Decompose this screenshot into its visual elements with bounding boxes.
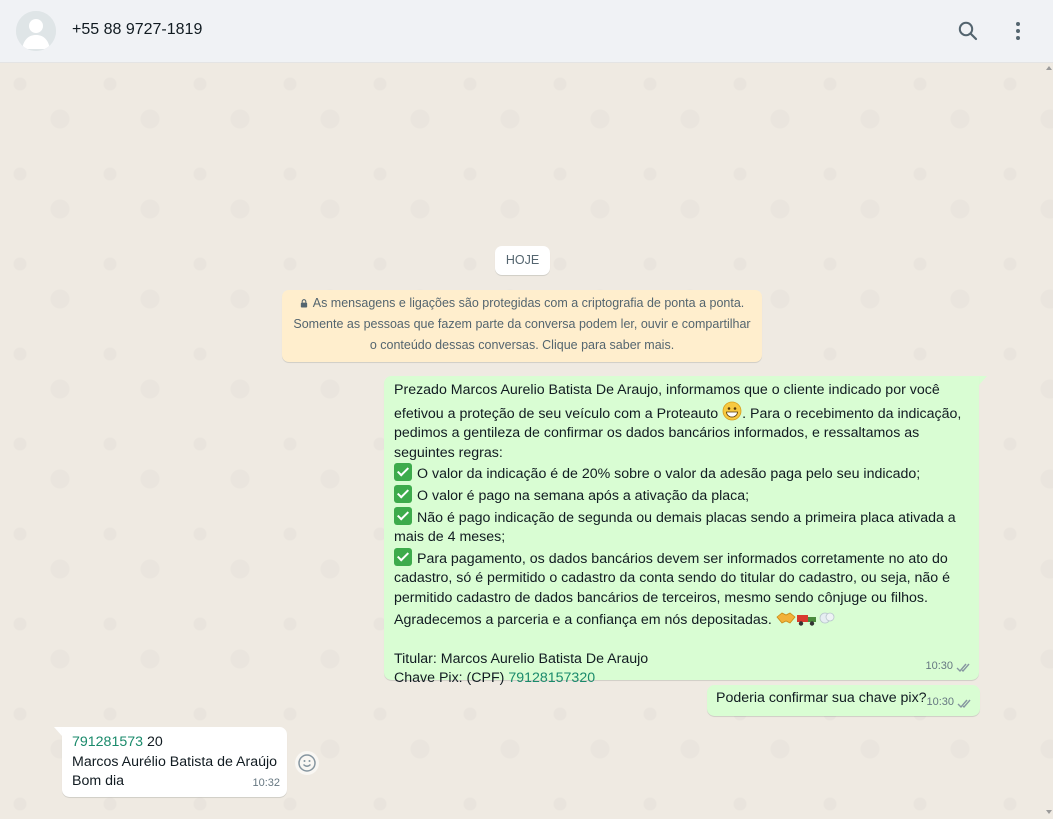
smiley-icon xyxy=(298,754,316,772)
rule-line: Não é pago indicação de segunda ou demai… xyxy=(394,506,969,529)
message-time: 10:30 xyxy=(925,660,953,673)
encryption-notice-line-2: Somente as pessoas que fazem parte da co… xyxy=(293,317,751,331)
encryption-notice-line-3: o conteúdo dessas conversas. Clique para… xyxy=(369,338,675,352)
encryption-notice-line-1: As mensagens e ligações são protegidas c… xyxy=(282,293,762,314)
message-line: seguintes regras: xyxy=(394,444,503,461)
outgoing-message[interactable]: Poderia confirmar sua chave pix? 10:30 xyxy=(707,685,980,716)
search-icon[interactable] xyxy=(956,19,980,43)
rule-line: Para pagamento, os dados bancários devem… xyxy=(394,547,969,570)
message-line: efetivou a proteção de seu veículo com a… xyxy=(394,401,969,425)
contact-name[interactable]: +55 88 9727-1819 xyxy=(72,21,202,39)
incoming-message[interactable]: 791281573 20 Marcos Aurélio Batista de A… xyxy=(62,727,287,797)
message-line: 791281573 20 xyxy=(72,734,163,750)
tow-truck-icon xyxy=(796,614,816,626)
dashing-away-icon xyxy=(819,612,835,623)
message-line: Prezado Marcos Aurelio Batista De Araujo… xyxy=(394,382,940,398)
check-mark-icon xyxy=(394,547,412,566)
message-line: Titular: Marcos Aurelio Batista De Arauj… xyxy=(394,650,649,667)
bubble-tail xyxy=(979,376,987,385)
message-line: mais de 4 meses; xyxy=(394,529,506,546)
contact-avatar[interactable] xyxy=(16,11,56,51)
pix-key-link[interactable]: 79128157320 xyxy=(508,670,595,686)
message-meta: 10:30 xyxy=(926,693,973,713)
check-mark-icon xyxy=(394,463,412,482)
message-line: Bom dia xyxy=(72,773,125,790)
message-time: 10:32 xyxy=(252,777,280,790)
menu-dots-icon[interactable] xyxy=(1006,19,1030,43)
message-line: Marcos Aurélio Batista de Araújo xyxy=(72,753,278,770)
grinning-face-icon xyxy=(722,401,742,420)
outgoing-message[interactable]: Prezado Marcos Aurelio Batista De Araujo… xyxy=(384,376,979,686)
message-meta: 10:32 xyxy=(252,774,280,794)
date-divider: HOJE xyxy=(495,246,550,275)
message-text: Poderia confirmar sua chave pix? xyxy=(716,690,927,706)
message-meta: 10:30 xyxy=(925,657,972,677)
rule-line: O valor da indicação é de 20% sobre o va… xyxy=(394,463,969,485)
double-check-icon xyxy=(956,663,970,672)
scroll-down-arrow-icon[interactable] xyxy=(1046,810,1052,814)
scroll-up-arrow-icon[interactable] xyxy=(1046,66,1052,70)
chat-header: +55 88 9727-1819 xyxy=(0,0,1053,63)
check-mark-icon xyxy=(394,484,412,503)
bubble-tail xyxy=(54,727,62,736)
lock-icon xyxy=(300,299,307,308)
message-line: permitido cadastro de dados bancários de… xyxy=(394,589,928,606)
encryption-notice[interactable]: As mensagens e ligações são protegidas c… xyxy=(282,290,762,362)
default-avatar-icon xyxy=(16,11,56,51)
message-line: pedimos a gentileza de confirmar os dado… xyxy=(394,425,920,442)
message-time: 10:30 xyxy=(926,696,954,709)
handshake-icon xyxy=(776,612,796,624)
rule-line: O valor é pago na semana após a ativação… xyxy=(394,484,969,507)
chat-scrollbar[interactable] xyxy=(1045,64,1053,819)
reaction-emoji-button[interactable] xyxy=(295,751,319,775)
phone-number-link[interactable]: 791281573 xyxy=(72,734,143,750)
double-check-icon xyxy=(957,699,971,708)
check-mark-icon xyxy=(394,506,412,525)
message-line: Agradecemos a parceria e a confiança em … xyxy=(394,609,969,631)
message-line: cadastro, só é permitido o cadastro da c… xyxy=(394,570,951,587)
